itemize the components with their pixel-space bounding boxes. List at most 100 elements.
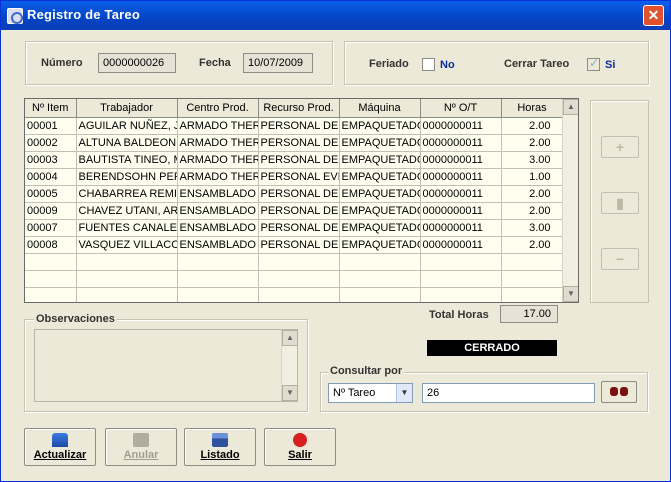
cell-trabajador[interactable]: BERENDSOHN PERE: [76, 168, 178, 186]
scroll-down-icon[interactable]: ▼: [563, 286, 578, 302]
cell-item[interactable]: 00009: [25, 202, 77, 220]
empty-cell[interactable]: [76, 270, 178, 288]
empty-cell[interactable]: [339, 287, 421, 302]
cell-horas[interactable]: 2.00: [501, 202, 564, 220]
cell-trabajador[interactable]: ALTUNA BALDEON,: [76, 134, 178, 152]
table-row[interactable]: 00008 VASQUEZ VILLACO ENSAMBLADO T PERSONAL…: [25, 236, 564, 254]
empty-cell[interactable]: [177, 253, 259, 271]
empty-cell[interactable]: [258, 270, 340, 288]
cell-ot[interactable]: 0000000011: [420, 219, 502, 237]
empty-cell[interactable]: [258, 287, 340, 302]
observaciones-textarea[interactable]: ▲ ▼: [34, 329, 298, 402]
cell-ot[interactable]: 0000000011: [420, 202, 502, 220]
cell-item[interactable]: 00007: [25, 219, 77, 237]
empty-row[interactable]: [25, 253, 564, 271]
empty-cell[interactable]: [420, 253, 502, 271]
cell-trabajador[interactable]: BAUTISTA TINEO, M: [76, 151, 178, 169]
col-header-centro[interactable]: Centro Prod.: [177, 99, 259, 118]
obs-scroll-down-icon[interactable]: ▼: [282, 385, 298, 401]
add-row-button[interactable]: +: [601, 136, 639, 158]
empty-cell[interactable]: [177, 270, 259, 288]
cell-ot[interactable]: 0000000011: [420, 117, 502, 135]
cell-maquina[interactable]: EMPAQUETADO: [339, 134, 421, 152]
cell-horas[interactable]: 3.00: [501, 151, 564, 169]
cell-centro[interactable]: ARMADO THERM: [177, 117, 259, 135]
titlebar[interactable]: Registro de Tareo ✕: [1, 1, 670, 30]
table-row[interactable]: 00001AGUILAR NUÑEZ, JOARMADO THERMPERSON…: [25, 117, 564, 135]
cell-item[interactable]: 00003: [25, 151, 77, 169]
empty-row[interactable]: [25, 287, 564, 302]
col-header-horas[interactable]: Horas: [501, 99, 564, 118]
cell-item[interactable]: 00001: [25, 117, 77, 135]
cell-recurso[interactable]: PERSONAL DE P: [258, 236, 340, 254]
cell-item[interactable]: 00005: [25, 185, 77, 203]
cell-ot[interactable]: 0000000011: [420, 134, 502, 152]
empty-cell[interactable]: [25, 253, 77, 271]
cell-centro[interactable]: ARMADO THERM: [177, 134, 259, 152]
table-row[interactable]: 00007 FUENTES CANALES ENSAMBLADO T PERSONAL…: [25, 219, 564, 237]
cell-recurso[interactable]: PERSONAL DE P: [258, 134, 340, 152]
table-row[interactable]: 00003BAUTISTA TINEO, MARMADO THERMPERSON…: [25, 151, 564, 169]
cell-ot[interactable]: 0000000011: [420, 168, 502, 186]
cell-maquina[interactable]: EMPAQUETADO: [339, 202, 421, 220]
salir-button[interactable]: Salir: [264, 428, 336, 466]
cell-horas[interactable]: 2.00: [501, 134, 564, 152]
close-button[interactable]: ✕: [643, 5, 664, 26]
empty-cell[interactable]: [501, 253, 564, 271]
consultar-select[interactable]: Nº Tareo ▼: [328, 383, 413, 403]
cell-centro[interactable]: ENSAMBLADO T: [177, 202, 259, 220]
empty-cell[interactable]: [76, 253, 178, 271]
empty-cell[interactable]: [76, 287, 178, 302]
cell-centro[interactable]: ENSAMBLADO T: [177, 219, 259, 237]
feriado-checkbox[interactable]: [422, 58, 435, 71]
table-row[interactable]: 00009 CHAVEZ UTANI, AR ENSAMBLADO T PERSONA…: [25, 202, 564, 220]
cell-recurso[interactable]: PERSONAL DE P: [258, 151, 340, 169]
cell-maquina[interactable]: EMPAQUETADO: [339, 185, 421, 203]
scroll-up-icon[interactable]: ▲: [563, 99, 578, 115]
cell-trabajador[interactable]: VASQUEZ VILLACO: [76, 236, 178, 254]
cell-horas[interactable]: 3.00: [501, 219, 564, 237]
cell-recurso[interactable]: PERSONAL DE P: [258, 185, 340, 203]
cell-maquina[interactable]: EMPAQUETADO: [339, 236, 421, 254]
obs-scroll-up-icon[interactable]: ▲: [282, 330, 298, 346]
cell-centro[interactable]: ENSAMBLADO T: [177, 185, 259, 203]
consultar-input[interactable]: 26: [422, 383, 595, 403]
cell-ot[interactable]: 0000000011: [420, 185, 502, 203]
empty-row[interactable]: [25, 270, 564, 288]
cell-recurso[interactable]: PERSONAL DE P: [258, 219, 340, 237]
col-header-item[interactable]: Nº Item: [25, 99, 77, 118]
listado-button[interactable]: Listado: [184, 428, 256, 466]
cell-recurso[interactable]: PERSONAL EVE: [258, 168, 340, 186]
chevron-down-icon[interactable]: ▼: [396, 384, 412, 402]
col-header-recurso[interactable]: Recurso Prod.: [258, 99, 340, 118]
empty-cell[interactable]: [420, 270, 502, 288]
cell-horas[interactable]: 2.00: [501, 117, 564, 135]
cell-trabajador[interactable]: FUENTES CANALES: [76, 219, 178, 237]
empty-cell[interactable]: [25, 270, 77, 288]
empty-cell[interactable]: [501, 270, 564, 288]
empty-cell[interactable]: [420, 287, 502, 302]
cell-recurso[interactable]: PERSONAL DE P: [258, 117, 340, 135]
cell-horas[interactable]: 1.00: [501, 168, 564, 186]
actualizar-button[interactable]: Actualizar: [24, 428, 96, 466]
table-row[interactable]: 00005 CHABARREA REMIG ENSAMBLADO T PERSONAL…: [25, 185, 564, 203]
search-button[interactable]: [601, 381, 637, 403]
col-header-maquina[interactable]: Máquina: [339, 99, 421, 118]
cell-trabajador[interactable]: CHABARREA REMIG: [76, 185, 178, 203]
remove-row-button[interactable]: −: [601, 248, 639, 270]
cell-maquina[interactable]: EMPAQUETADO: [339, 219, 421, 237]
cell-recurso[interactable]: PERSONAL DE P: [258, 202, 340, 220]
empty-cell[interactable]: [339, 253, 421, 271]
empty-cell[interactable]: [25, 287, 77, 302]
empty-cell[interactable]: [501, 287, 564, 302]
col-header-trabajador[interactable]: Trabajador: [76, 99, 178, 118]
cell-trabajador[interactable]: CHAVEZ UTANI, AR: [76, 202, 178, 220]
tareo-grid[interactable]: Nº Item Trabajador Centro Prod. Recurso …: [24, 98, 579, 303]
cell-ot[interactable]: 0000000011: [420, 236, 502, 254]
cell-maquina[interactable]: EMPAQUETADO: [339, 151, 421, 169]
empty-cell[interactable]: [258, 253, 340, 271]
observaciones-scrollbar[interactable]: ▲ ▼: [281, 330, 298, 401]
edit-row-button[interactable]: ▮: [601, 192, 639, 214]
cell-maquina[interactable]: EMPAQUETADO: [339, 168, 421, 186]
cell-item[interactable]: 00004: [25, 168, 77, 186]
